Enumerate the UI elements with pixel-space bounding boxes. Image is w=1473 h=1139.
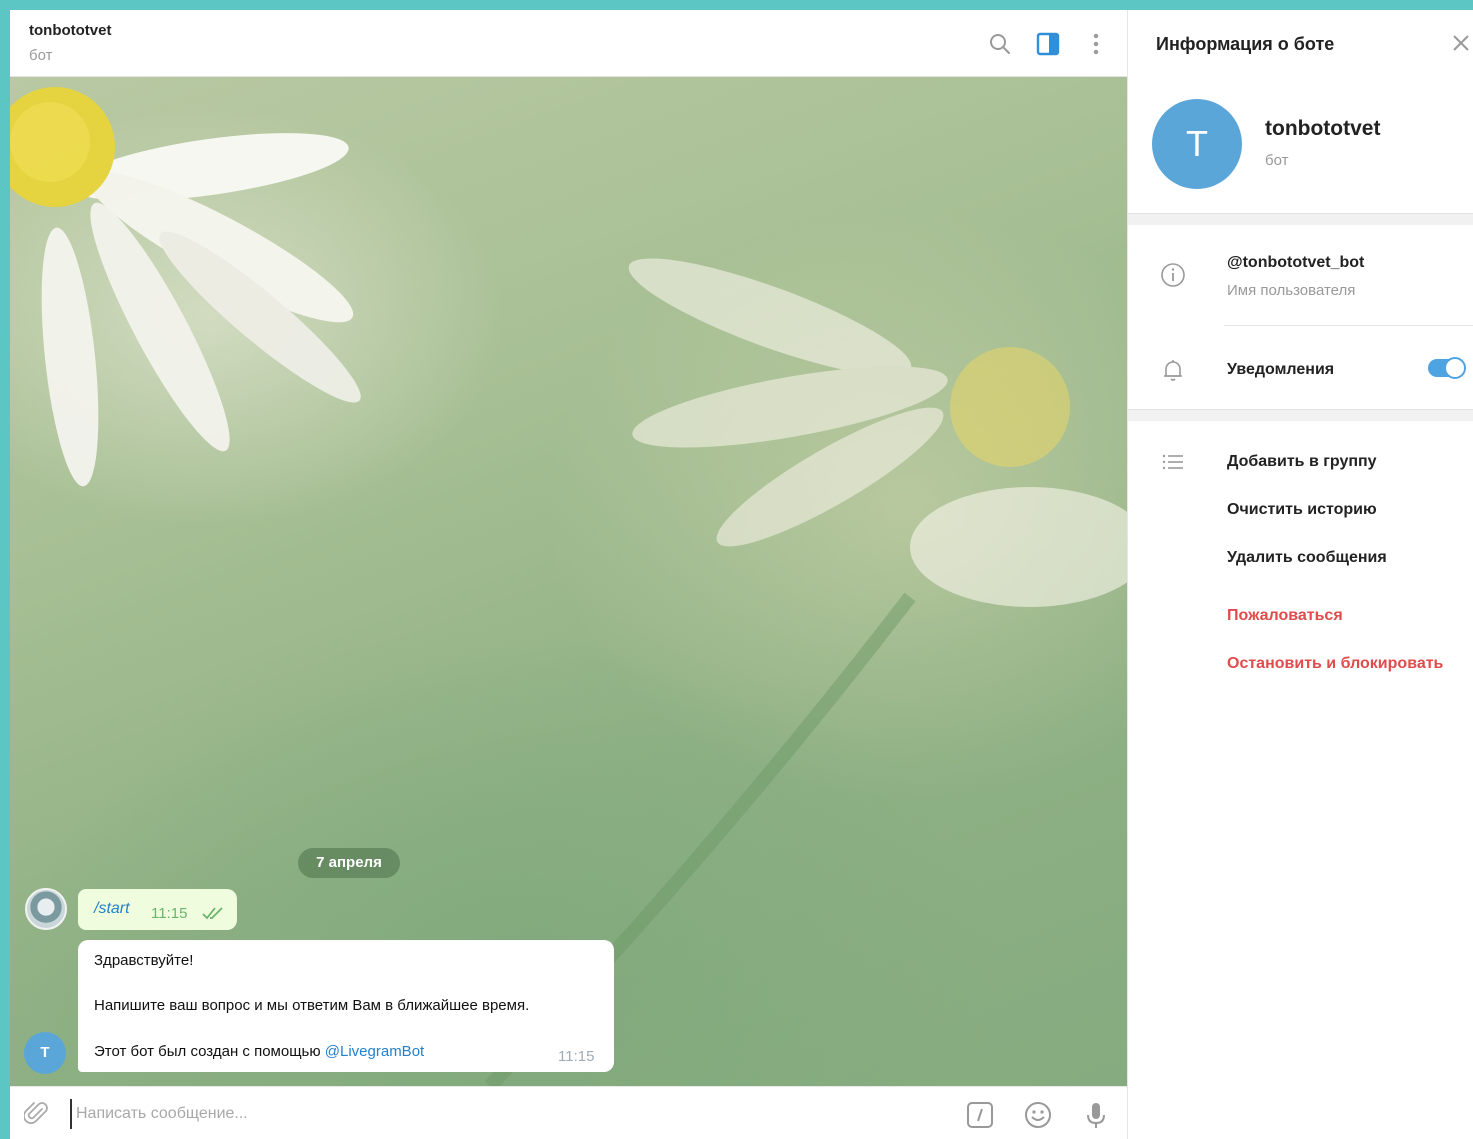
message-composer xyxy=(10,1086,1127,1139)
message-time: 11:15 xyxy=(558,1048,595,1065)
bot-avatar[interactable]: T xyxy=(1152,99,1242,189)
more-vertical-icon[interactable] xyxy=(1083,31,1109,57)
panel-title: Информация о боте xyxy=(1156,34,1335,54)
incoming-message[interactable]: Здравствуйте! Напишите ваш вопрос и мы о… xyxy=(78,940,614,1072)
notifications-label: Уведомления xyxy=(1227,361,1335,378)
paperclip-icon[interactable] xyxy=(24,1101,50,1127)
message-input[interactable] xyxy=(70,1099,898,1129)
bot-info-panel: Информация о боте T tonbototvet бот @ton… xyxy=(1127,10,1473,1139)
toggle-knob xyxy=(1444,357,1466,379)
message-footer-text: Этот бот был создан с помощью xyxy=(94,1043,325,1060)
clear-history-button[interactable]: Очистить историю xyxy=(1227,501,1377,519)
sidebar-toggle-icon[interactable] xyxy=(1035,31,1061,57)
outgoing-message[interactable]: /start 11:15 xyxy=(78,889,237,930)
profile-name: tonbototvet xyxy=(1265,117,1381,140)
section-divider xyxy=(1128,409,1473,421)
profile-subtitle: бот xyxy=(1265,152,1289,169)
list-icon xyxy=(1159,448,1187,476)
bot-username[interactable]: @tonbototvet_bot xyxy=(1227,254,1364,272)
info-icon xyxy=(1159,261,1187,289)
report-button[interactable]: Пожаловаться xyxy=(1227,607,1343,625)
delete-messages-button[interactable]: Удалить сообщения xyxy=(1227,549,1387,567)
row-divider xyxy=(1224,325,1473,326)
bot-avatar-small[interactable]: T xyxy=(24,1032,66,1074)
message-footer: Этот бот был создан с помощью @LivegramB… xyxy=(94,1043,424,1060)
livegram-link[interactable]: @LivegramBot xyxy=(325,1043,424,1060)
microphone-icon[interactable] xyxy=(1081,1100,1111,1130)
chat-title[interactable]: tonbototvet xyxy=(29,22,111,39)
username-label: Имя пользователя xyxy=(1227,282,1356,299)
search-icon[interactable] xyxy=(987,31,1013,57)
chat-area: tonbototvet бот 7 апреля /start 11:15 Зд… xyxy=(10,10,1127,1139)
message-time: 11:15 xyxy=(151,905,188,922)
close-icon[interactable] xyxy=(1450,32,1472,54)
bell-icon xyxy=(1159,356,1187,384)
chat-subtitle: бот xyxy=(29,47,53,64)
message-body: Напишите ваш вопрос и мы ответим Вам в б… xyxy=(94,997,530,1014)
notifications-toggle[interactable] xyxy=(1428,357,1466,379)
date-divider: 7 апреля xyxy=(298,848,400,878)
daisy-wallpaper-art xyxy=(10,87,1127,1086)
user-avatar[interactable] xyxy=(25,888,67,930)
message-greeting: Здравствуйте! xyxy=(94,952,194,969)
add-to-group-button[interactable]: Добавить в группу xyxy=(1227,453,1377,471)
section-divider xyxy=(1128,213,1473,225)
telegram-app: tonbototvet бот 7 апреля /start 11:15 Зд… xyxy=(10,10,1473,1139)
chat-wallpaper: 7 апреля /start 11:15 Здравствуйте! Напи… xyxy=(10,77,1127,1086)
emoji-icon[interactable] xyxy=(1023,1100,1053,1130)
message-text[interactable]: /start xyxy=(94,900,130,918)
stop-and-block-button[interactable]: Остановить и блокировать xyxy=(1227,655,1443,673)
bot-command-icon[interactable] xyxy=(965,1100,995,1130)
chat-header[interactable]: tonbototvet бот xyxy=(10,10,1127,77)
double-check-icon xyxy=(202,907,223,920)
